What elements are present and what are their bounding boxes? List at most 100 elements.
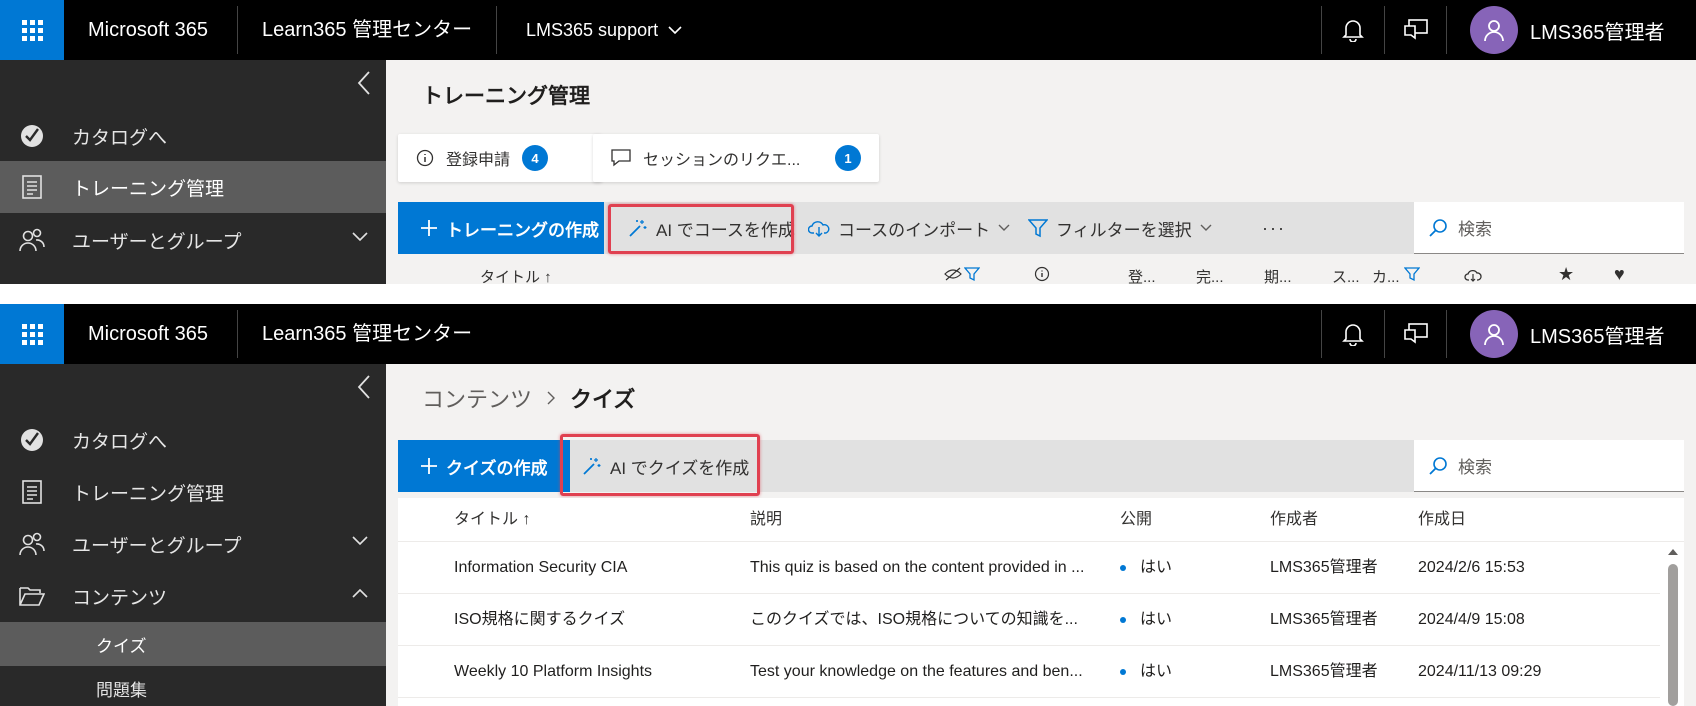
collapse-sidebar-button[interactable] [352,372,376,402]
table-row[interactable]: ISO規格に関するクイズ このクイズでは、ISO規格についての知識を... はい… [398,594,1660,646]
feedback-button[interactable] [1385,304,1447,364]
highlight-box [608,204,794,254]
chevron-down-icon [668,26,682,35]
column-enrolled[interactable]: 登... [1128,266,1156,284]
sidebar-subitem-quizzes[interactable]: クイズ [0,622,386,666]
cell-created: 2024/2/6 15:53 [1418,559,1525,576]
button-label: トレーニングの作成 [446,220,599,240]
chevron-down-icon [998,224,1010,231]
sidebar-item-label: コンテンツ [72,587,168,609]
cell-title[interactable]: ISO規格に関するクイズ [454,594,744,646]
sidebar-item-label: 問題集 [96,680,147,700]
notifications-button[interactable] [1322,304,1384,364]
card-label: 登録申請 [446,152,511,169]
column-created[interactable]: 作成日 [1418,498,1466,542]
sidebar-item-catalog[interactable]: カタログへ [0,414,386,466]
sidebar-item-catalog[interactable]: カタログへ [0,110,386,162]
cell-published: はい [1120,594,1172,646]
tenant-selector[interactable]: LMS365 support [526,0,682,60]
document-icon [18,478,46,506]
column-category[interactable]: カ... [1372,266,1420,284]
app-launcher-button[interactable] [0,0,64,60]
brand-label[interactable]: Microsoft 365 [88,304,208,364]
screenshot-quizzes: Microsoft 365 Learn365 管理センター LMS365管理者 … [0,304,1696,706]
column-info[interactable] [1034,266,1050,284]
table-header: タイトル ↑ 登... 完... 期... ス... カ... ★ ♥ [398,254,1684,284]
bell-icon [1342,20,1364,42]
cell-author: LMS365管理者 [1270,663,1378,680]
session-requests-card[interactable]: セッションのリクエ... 1 [593,134,879,182]
enrollment-requests-card[interactable]: 登録申請 4 [398,134,602,182]
comment-icon [611,149,631,167]
info-icon [1034,266,1050,282]
chevron-up-icon [352,588,368,598]
top-bar: Microsoft 365 Learn365 管理センター LMS365管理者 [0,304,1696,364]
more-options-button[interactable]: ··· [1262,202,1286,254]
status-dot [1120,564,1126,571]
table-row[interactable]: Information Security CIA This quiz is ba… [398,542,1660,594]
info-icon [416,149,434,167]
breadcrumb-current: クイズ [570,387,636,412]
heart-icon[interactable]: ♥ [1614,264,1625,284]
chevron-left-icon [357,375,370,399]
import-course-button[interactable]: コースのインポート [808,202,1010,254]
scrollbar-thumb[interactable] [1668,564,1678,706]
create-quiz-button[interactable]: クイズの作成 [398,440,570,492]
column-published[interactable]: 公開 [1120,498,1152,542]
main-content: トレーニング管理 登録申請 4 セッションのリクエ... 1 トレーニングの作成… [386,60,1696,284]
table-row[interactable]: Weekly 10 Platform Insights Test your kn… [398,646,1660,698]
filter-icon [1403,267,1420,282]
cell-title[interactable]: Information Security CIA [454,542,744,594]
app-name[interactable]: Learn365 管理センター [262,304,472,364]
sidebar-item-label: カタログへ [72,127,168,149]
scroll-up-icon[interactable] [1667,548,1679,556]
create-training-button[interactable]: トレーニングの作成 [398,202,604,254]
column-title[interactable]: タイトル ↑ [454,498,530,542]
column-title[interactable]: タイトル ↑ [480,266,552,284]
avatar [1470,310,1518,358]
cell-created: 2024/11/13 09:29 [1418,663,1542,680]
sidebar-item-label: トレーニング管理 [72,483,225,505]
column-label: タイトル [480,269,541,284]
sidebar-item-contents[interactable]: コンテンツ [0,570,386,622]
app-launcher-button[interactable] [0,304,64,364]
cell-author: LMS365管理者 [1270,559,1378,576]
sidebar-item-users-groups[interactable]: ユーザーとグループ [0,518,386,570]
user-name: LMS365管理者 [1530,325,1665,348]
column-cloud[interactable] [1464,268,1482,284]
column-period[interactable]: 期... [1264,266,1292,284]
cell-label: はい [1140,611,1173,628]
catalog-icon [18,426,46,454]
search-box[interactable]: 検索 [1414,202,1684,254]
sidebar-item-training-management[interactable]: トレーニング管理 [0,161,386,213]
user-menu[interactable]: LMS365管理者 [1444,0,1696,60]
brand-label[interactable]: Microsoft 365 [88,0,208,60]
app-name[interactable]: Learn365 管理センター [262,0,472,60]
user-menu[interactable]: LMS365管理者 [1444,304,1696,364]
search-box[interactable]: 検索 [1414,440,1684,492]
sidebar-item-label: ユーザーとグループ [72,231,242,253]
cell-author: LMS365管理者 [1270,611,1378,628]
collapse-sidebar-button[interactable] [352,68,376,98]
sidebar-subitem-question-banks[interactable]: 問題集 [0,666,386,706]
chevron-down-icon [1200,224,1212,231]
status-dot [1120,668,1126,675]
column-author[interactable]: 作成者 [1270,498,1318,542]
sidebar-item-users-groups[interactable]: ユーザーとグループ [0,214,386,266]
search-placeholder: 検索 [1458,458,1492,477]
column-label: タイトル [454,511,519,528]
column-description[interactable]: 説明 [750,498,782,542]
sidebar-item-training-management[interactable]: トレーニング管理 [0,466,386,518]
notifications-button[interactable] [1322,0,1384,60]
chevron-left-icon [357,71,370,95]
column-status[interactable]: ス... [1332,266,1360,284]
cell-title[interactable]: Weekly 10 Platform Insights [454,646,744,698]
column-completed[interactable]: 完... [1196,266,1224,284]
breadcrumb-parent[interactable]: コンテンツ [422,382,532,414]
command-bar: クイズの作成 AI でクイズを作成 検索 [398,434,1684,496]
filter-button[interactable]: フィルターを選択 [1028,202,1212,254]
scrollbar[interactable] [1666,542,1678,706]
feedback-button[interactable] [1385,0,1447,60]
column-visibility[interactable] [944,266,980,282]
star-icon[interactable]: ★ [1558,264,1574,284]
